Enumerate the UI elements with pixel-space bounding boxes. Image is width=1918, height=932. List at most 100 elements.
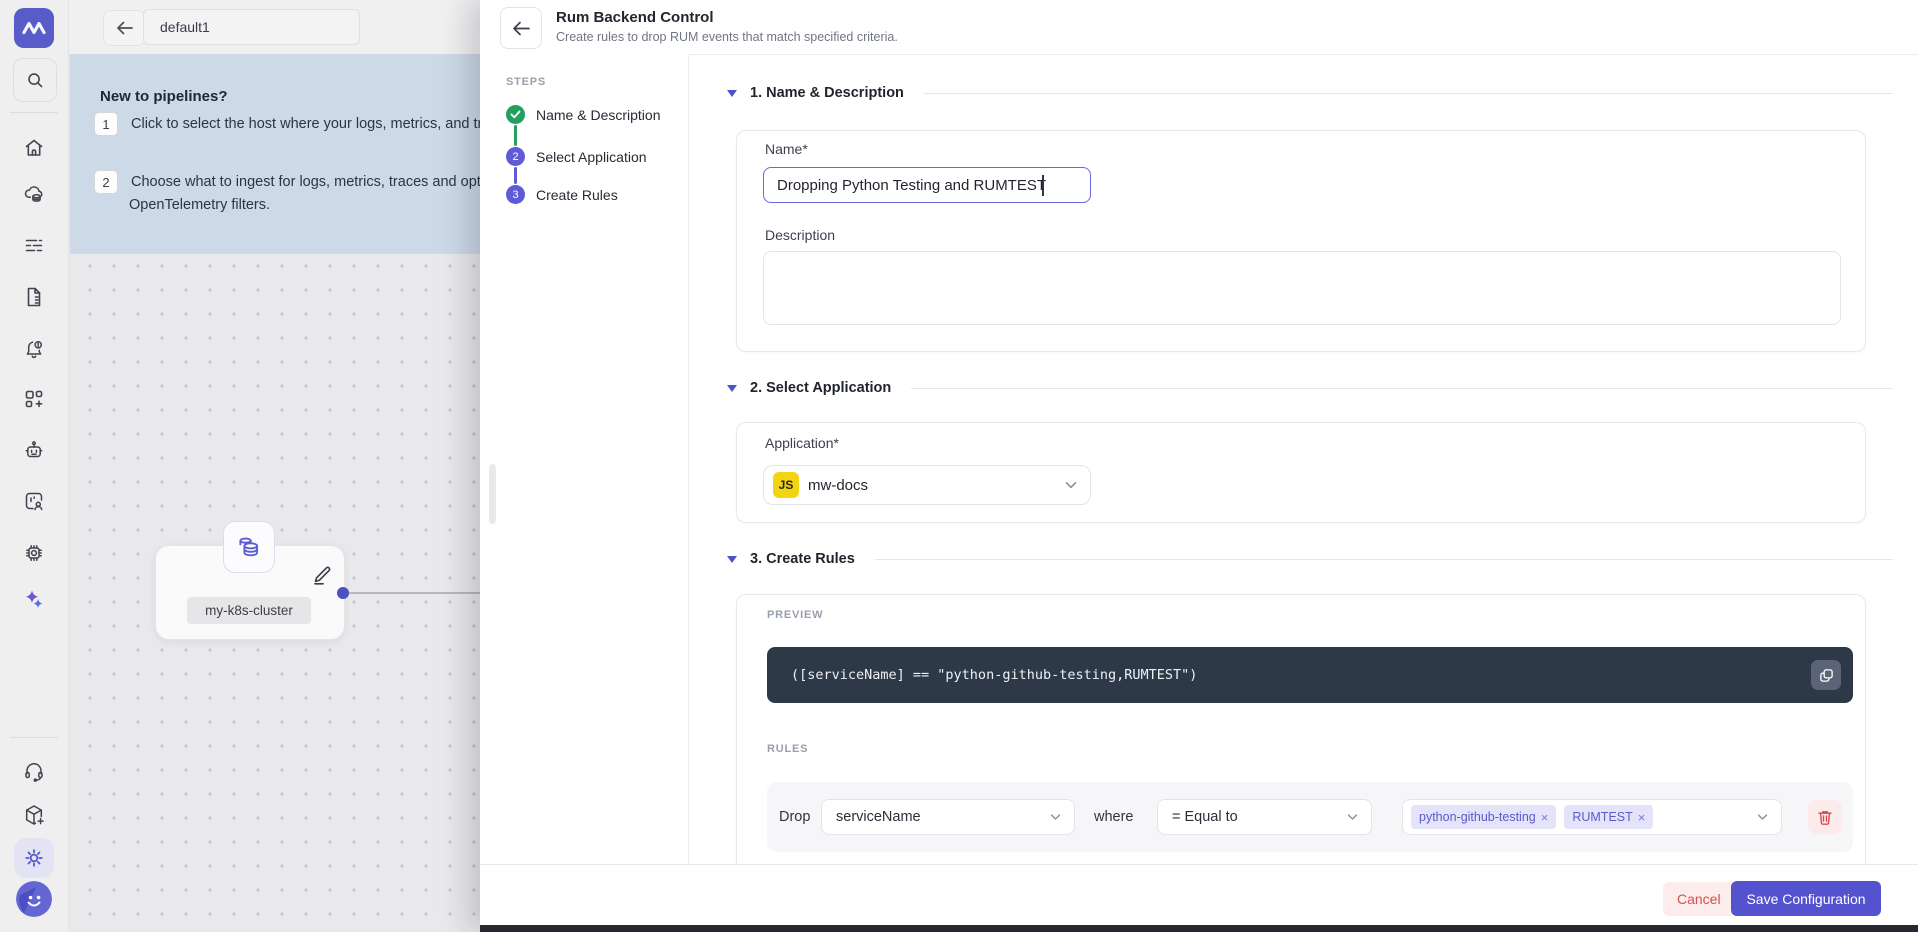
sidebar-item-settings[interactable] (14, 838, 54, 878)
rum-backend-control-drawer: Rum Backend Control Create rules to drop… (480, 0, 1918, 932)
step-item-create-rules[interactable]: Create Rules (536, 187, 618, 203)
cancel-button[interactable]: Cancel (1663, 882, 1735, 916)
javascript-badge: JS (773, 472, 799, 498)
chip-icon (22, 541, 46, 565)
application-select[interactable]: JS mw-docs (763, 465, 1091, 505)
edge-handle[interactable] (337, 587, 349, 599)
value-chip: RUMTEST × (1564, 805, 1653, 829)
collapse-caret-icon[interactable] (727, 385, 737, 392)
sidebar-item-dashboards[interactable] (22, 387, 46, 411)
edit-node-button[interactable] (309, 561, 335, 587)
drawer-title: Rum Backend Control (556, 9, 714, 26)
pipeline-tab[interactable]: default1 (143, 9, 360, 45)
trash-icon (1817, 809, 1833, 826)
section-divider (911, 388, 1893, 389)
step-2-text-line2: OpenTelemetry filters. (129, 197, 270, 213)
robot-icon (22, 438, 46, 462)
sidebar-item-rum[interactable] (22, 489, 46, 513)
copy-button[interactable] (1811, 660, 1841, 690)
sidebar-item-bot[interactable] (22, 438, 46, 462)
application-value: mw-docs (808, 477, 868, 494)
step-item-select-application[interactable]: Select Application (536, 149, 647, 165)
step-1-done-circle (506, 105, 525, 124)
ai-sparkle-icon (22, 588, 46, 612)
rules-label: RULES (767, 743, 808, 755)
rule-row: Drop serviceName where = Equal to python… (767, 782, 1853, 852)
node-label: my-k8s-cluster (187, 597, 311, 624)
sidebar-item-ai[interactable] (22, 588, 46, 612)
search-button[interactable] (13, 58, 57, 102)
log-lines-icon (22, 234, 46, 258)
chip-remove-icon[interactable]: × (1541, 810, 1549, 825)
save-configuration-button[interactable]: Save Configuration (1731, 881, 1881, 916)
drawer-back-button[interactable] (500, 7, 542, 49)
search-icon (24, 69, 46, 91)
section-1-title: 1. Name & Description (750, 85, 904, 101)
rule-values-multiselect[interactable]: python-github-testing × RUMTEST × (1402, 799, 1782, 835)
step-connector-2 (514, 167, 517, 184)
select-application-card: Application* JS mw-docs (736, 422, 1866, 523)
sidebar-item-logs[interactable] (22, 234, 46, 258)
sidebar-item-home[interactable] (22, 136, 46, 160)
value-chip: python-github-testing × (1411, 805, 1556, 829)
page-scrollbar[interactable] (489, 464, 496, 524)
user-avatar[interactable] (16, 881, 52, 917)
rum-session-icon (22, 489, 46, 513)
drawer-header: Rum Backend Control Create rules to drop… (480, 0, 1918, 55)
delete-rule-button[interactable] (1808, 800, 1842, 834)
step-1-text: Click to select the host where your logs… (131, 116, 490, 132)
step-1-badge: 1 (94, 112, 118, 136)
home-icon (22, 136, 46, 160)
drawer-footer: Cancel Save Configuration (480, 864, 1918, 926)
step-item-name-description[interactable]: Name & Description (536, 107, 661, 123)
rule-field-select[interactable]: serviceName (821, 799, 1075, 835)
application-label: Application* (765, 435, 839, 451)
steps-panel: STEPS Name & Description 2 Select Applic… (480, 54, 689, 925)
arrow-left-icon (512, 21, 531, 36)
headset-icon (22, 759, 46, 783)
description-textarea[interactable] (763, 251, 1841, 325)
back-button[interactable] (103, 10, 146, 46)
section-divider (875, 559, 1893, 560)
document-icon (22, 285, 46, 309)
bell-alert-icon (22, 337, 46, 361)
sidebar-item-integrations[interactable] (22, 803, 46, 827)
section-2-header: 2. Select Application (727, 379, 1893, 397)
chevron-down-icon (1347, 814, 1358, 821)
collapse-caret-icon[interactable] (727, 90, 737, 97)
sidebar-item-reports[interactable] (22, 285, 46, 309)
rule-preview-code: ([serviceName] == "python-github-testing… (791, 647, 1197, 703)
chevron-down-icon (1065, 481, 1077, 489)
middleware-logo[interactable] (14, 8, 54, 48)
chevron-down-icon (1757, 814, 1768, 821)
description-label: Description (765, 227, 835, 243)
name-label: Name* (765, 141, 808, 157)
sidebar-divider-bottom (10, 737, 58, 738)
gear-icon (22, 846, 46, 870)
rule-operator-select[interactable]: = Equal to (1157, 799, 1372, 835)
package-plus-icon (22, 803, 46, 827)
help-panel-title: New to pipelines? (100, 88, 228, 105)
cloud-database-icon (22, 182, 46, 206)
rule-preview-block: ([serviceName] == "python-github-testing… (767, 647, 1853, 703)
node-type-badge (223, 521, 275, 573)
section-2-title: 2. Select Application (750, 380, 891, 396)
dashboard-builder-icon (22, 387, 46, 411)
collapse-caret-icon[interactable] (727, 556, 737, 563)
step-2-circle: 2 (506, 147, 525, 166)
rule-conjunction-label: where (1094, 782, 1134, 852)
section-3-title: 3. Create Rules (750, 551, 855, 567)
sidebar-item-infrastructure[interactable] (22, 182, 46, 206)
steps-heading: STEPS (506, 76, 546, 88)
chip-text: python-github-testing (1419, 810, 1536, 824)
text-cursor (1042, 175, 1044, 196)
chip-remove-icon[interactable]: × (1638, 810, 1646, 825)
section-3-header: 3. Create Rules (727, 550, 1893, 568)
step-3-circle: 3 (506, 185, 525, 204)
arrow-left-icon (116, 21, 134, 35)
sidebar-item-alerts[interactable] (22, 337, 46, 361)
section-divider (924, 93, 1893, 94)
preview-label: PREVIEW (767, 609, 823, 621)
sidebar-item-processor[interactable] (22, 541, 46, 565)
sidebar-item-support[interactable] (22, 759, 46, 783)
